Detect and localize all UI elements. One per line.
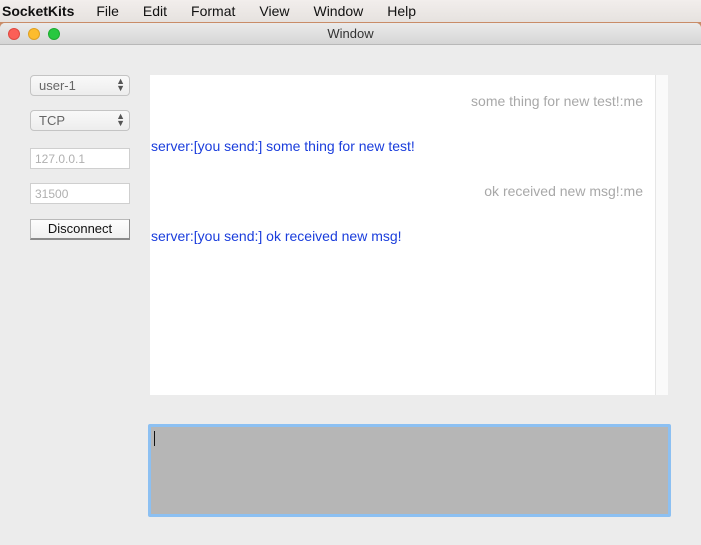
menu-file[interactable]: File	[84, 3, 131, 19]
menu-view[interactable]: View	[247, 3, 301, 19]
disconnect-button[interactable]: Disconnect	[30, 219, 130, 240]
message-me: some thing for new test!:me	[471, 93, 643, 109]
protocol-select-value: TCP	[39, 113, 65, 128]
app-window: Window user-1 ▲ ▼ TCP ▲ ▼ 127.0.0.1 31500 …	[0, 23, 701, 545]
title-bar[interactable]: Window	[0, 23, 701, 45]
menu-window[interactable]: Window	[301, 3, 375, 19]
menu-format[interactable]: Format	[179, 3, 247, 19]
protocol-select[interactable]: TCP ▲ ▼	[30, 110, 130, 131]
user-select-value: user-1	[39, 78, 76, 93]
updown-chevron-icon: ▲ ▼	[116, 76, 125, 93]
user-select[interactable]: user-1 ▲ ▼	[30, 75, 130, 96]
window-content: user-1 ▲ ▼ TCP ▲ ▼ 127.0.0.1 31500 Disconn…	[0, 46, 701, 545]
message-input[interactable]	[148, 424, 671, 517]
app-menu[interactable]: SocketKits	[0, 3, 84, 19]
message-server: server:[you send:] ok received new msg!	[151, 228, 402, 244]
minimize-button[interactable]	[28, 28, 40, 40]
text-caret	[154, 431, 155, 446]
menu-help[interactable]: Help	[375, 3, 428, 19]
updown-chevron-icon: ▲ ▼	[116, 111, 125, 128]
menu-edit[interactable]: Edit	[131, 3, 179, 19]
zoom-button[interactable]	[48, 28, 60, 40]
message-server: server:[you send:] some thing for new te…	[151, 138, 415, 154]
menu-bar: SocketKits File Edit Format View Window …	[0, 0, 701, 22]
scrollbar[interactable]	[655, 75, 668, 395]
message-me: ok received new msg!:me	[484, 183, 643, 199]
close-button[interactable]	[8, 28, 20, 40]
host-field[interactable]: 127.0.0.1	[30, 148, 130, 169]
port-field[interactable]: 31500	[30, 183, 130, 204]
window-title: Window	[327, 26, 374, 41]
message-log[interactable]: some thing for new test!:me server:[you …	[150, 75, 668, 395]
